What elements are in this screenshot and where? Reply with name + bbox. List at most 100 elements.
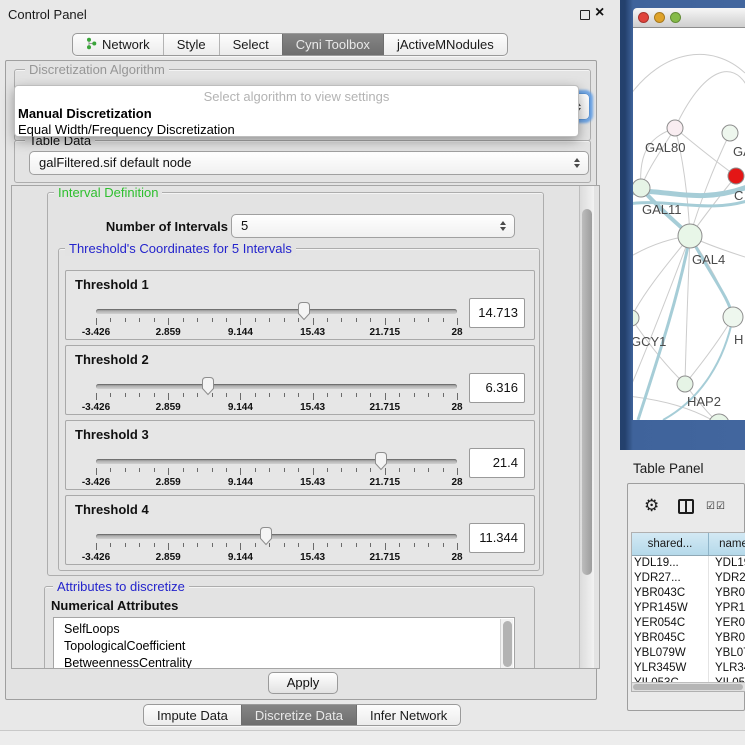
close-traffic-light[interactable] bbox=[638, 12, 649, 23]
column-header[interactable]: name bbox=[709, 533, 745, 555]
threshold-slider[interactable]: -3.4262.8599.14415.4321.71528 bbox=[96, 526, 457, 564]
table-row[interactable]: YPR145WYPR14 bbox=[632, 601, 745, 616]
network-edge[interactable] bbox=[633, 236, 690, 393]
minor-tick bbox=[356, 393, 357, 397]
list-item[interactable]: SelfLoops bbox=[54, 621, 514, 638]
network-node-GAL80[interactable] bbox=[667, 120, 683, 136]
threshold-slider[interactable]: -3.4262.8599.14415.4321.71528 bbox=[96, 451, 457, 489]
network-node-HAP2[interactable] bbox=[677, 376, 693, 392]
tab-jactivemnodules[interactable]: jActiveMNodules bbox=[383, 34, 507, 55]
tab-select[interactable]: Select bbox=[219, 34, 282, 55]
split-columns-icon[interactable] bbox=[678, 499, 694, 514]
cell-shared-name: YLR345W bbox=[632, 661, 709, 676]
minor-tick bbox=[139, 393, 140, 397]
threshold-label: Threshold 3 bbox=[75, 427, 149, 442]
table-row[interactable]: YLR345WYLR34 bbox=[632, 661, 745, 676]
network-edge-thick[interactable] bbox=[690, 236, 733, 317]
network-edge[interactable] bbox=[685, 317, 733, 384]
network-edge[interactable] bbox=[633, 54, 745, 98]
column-header[interactable]: shared... bbox=[632, 533, 709, 555]
gear-icon[interactable]: ⚙ bbox=[644, 496, 659, 516]
slider-track[interactable] bbox=[96, 309, 457, 314]
cell-shared-name: YPR145W bbox=[632, 601, 709, 616]
slider-track[interactable] bbox=[96, 459, 457, 464]
slider-track[interactable] bbox=[96, 384, 457, 389]
slider-track[interactable] bbox=[96, 534, 457, 539]
network-window-titlebar bbox=[633, 8, 745, 28]
table-row[interactable]: YDR27...YDR27 bbox=[632, 571, 745, 586]
numerical-attributes-label: Numerical Attributes bbox=[51, 598, 178, 613]
slider-thumb[interactable] bbox=[258, 526, 274, 549]
table-row[interactable]: YER054CYER05 bbox=[632, 616, 745, 631]
table-row[interactable]: YBR045CYBR04 bbox=[632, 631, 745, 646]
network-node-node-red[interactable] bbox=[728, 168, 744, 184]
table-row[interactable]: YBL079WYBL07 bbox=[632, 646, 745, 661]
list-item[interactable]: TopologicalCoefficient bbox=[54, 638, 514, 655]
tab-label: Cyni Toolbox bbox=[296, 37, 370, 52]
minor-tick bbox=[269, 393, 270, 397]
minor-tick bbox=[443, 393, 444, 397]
threshold-slider[interactable]: -3.4262.8599.14415.4321.71528 bbox=[96, 301, 457, 339]
table-toolbar: ⚙ ☑☑ bbox=[628, 484, 745, 530]
tick-label: 2.859 bbox=[156, 327, 181, 338]
threshold-slider[interactable]: -3.4262.8599.14415.4321.71528 bbox=[96, 376, 457, 414]
slider-thumb[interactable] bbox=[200, 376, 216, 399]
tab-discretize-data[interactable]: Discretize Data bbox=[241, 705, 356, 725]
minor-tick bbox=[298, 543, 299, 547]
minor-tick bbox=[284, 543, 285, 547]
network-edge[interactable] bbox=[675, 72, 745, 128]
tick-label: -3.426 bbox=[82, 552, 110, 563]
table-data-combobox[interactable]: galFiltered.sif default node bbox=[29, 151, 589, 175]
tick-label: 15.43 bbox=[300, 552, 325, 563]
table-row[interactable]: YBR043CYBR04 bbox=[632, 586, 745, 601]
attributes-list: SelfLoopsTopologicalCoefficientBetweenne… bbox=[53, 617, 515, 669]
network-edge-thick[interactable] bbox=[638, 236, 690, 420]
zoom-traffic-light[interactable] bbox=[670, 12, 681, 23]
network-node-GAL4[interactable] bbox=[678, 224, 702, 248]
select-columns-icon[interactable]: ☑☑ bbox=[706, 501, 726, 512]
cell-shared-name: YER054C bbox=[632, 616, 709, 631]
network-canvas[interactable]: GAL80GAGAL11CGAL4GCY1HHAP2 bbox=[633, 28, 745, 420]
threshold-row-1: Threshold 1 -3.4262.8599.14415.4321.71528… bbox=[65, 270, 535, 340]
network-node-node-upper-right[interactable] bbox=[722, 125, 738, 141]
minor-tick bbox=[428, 318, 429, 322]
scrollbar-thumb[interactable] bbox=[633, 684, 743, 690]
dropdown-item-equal-width[interactable]: Equal Width/Frequency Discretization bbox=[17, 122, 576, 137]
slider-thumb[interactable] bbox=[373, 451, 389, 474]
tab-style[interactable]: Style bbox=[163, 34, 219, 55]
threshold-value-field[interactable]: 6.316 bbox=[469, 373, 525, 403]
node-table: shared...name YDL19...YDL19YDR27...YDR27… bbox=[631, 532, 745, 692]
tab-label: jActiveMNodules bbox=[397, 37, 494, 52]
minor-tick bbox=[212, 318, 213, 322]
attributes-list-scrollbar[interactable] bbox=[500, 619, 513, 669]
float-window-icon[interactable] bbox=[580, 10, 590, 20]
list-item[interactable]: BetweennessCentrality bbox=[54, 655, 514, 669]
slider-thumb[interactable] bbox=[296, 301, 312, 324]
threshold-label: Threshold 1 bbox=[75, 277, 149, 292]
minor-tick bbox=[370, 393, 371, 397]
threshold-value-field[interactable]: 21.4 bbox=[469, 448, 525, 478]
table-row[interactable]: YDL19...YDL19 bbox=[632, 556, 745, 571]
number-of-intervals-combobox[interactable]: 5 bbox=[231, 214, 515, 238]
network-edge[interactable] bbox=[690, 133, 730, 236]
close-icon[interactable]: × bbox=[595, 4, 604, 22]
minimize-traffic-light[interactable] bbox=[654, 12, 665, 23]
scrollbar-thumb[interactable] bbox=[582, 209, 592, 575]
tab-network[interactable]: Network bbox=[73, 34, 163, 55]
network-node-node-H[interactable] bbox=[723, 307, 743, 327]
network-node-GAL11[interactable] bbox=[633, 179, 650, 197]
table-horizontal-scrollbar[interactable] bbox=[632, 682, 745, 691]
settings-vertical-scrollbar[interactable] bbox=[579, 186, 594, 668]
tab-impute-data[interactable]: Impute Data bbox=[144, 705, 241, 725]
node-label-GAL11: GAL11 bbox=[642, 202, 682, 217]
threshold-value-field[interactable]: 14.713 bbox=[469, 298, 525, 328]
tab-cyni-toolbox[interactable]: Cyni Toolbox bbox=[282, 34, 383, 55]
apply-button[interactable]: Apply bbox=[268, 672, 338, 694]
threshold-value-field[interactable]: 11.344 bbox=[469, 523, 525, 553]
dropdown-item-manual[interactable]: Manual Discretization bbox=[17, 106, 576, 121]
minor-tick bbox=[110, 543, 111, 547]
network-node-GCY1[interactable] bbox=[633, 310, 639, 326]
network-node-node-bottom[interactable] bbox=[709, 414, 729, 420]
minor-tick bbox=[110, 318, 111, 322]
tab-infer-network[interactable]: Infer Network bbox=[356, 705, 460, 725]
